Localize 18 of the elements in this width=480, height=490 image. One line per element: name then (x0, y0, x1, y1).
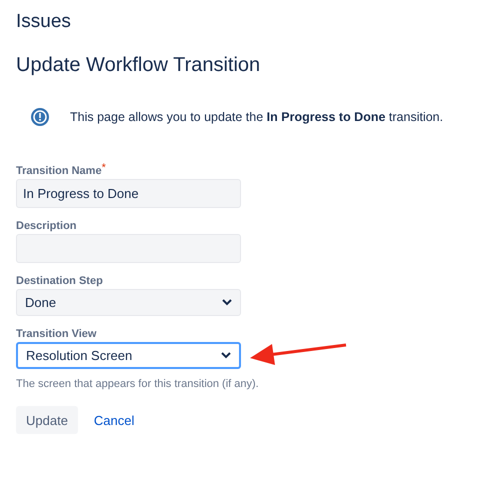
text-field[interactable]: In Progress to Done (16, 178, 241, 208)
help-text: The screen that appears for this transition (if any). (16, 376, 260, 392)
info-icon (31, 108, 49, 126)
chevron-down-icon (222, 298, 232, 306)
cancel-link[interactable]: Cancel (94, 410, 134, 430)
field-label: Description (16, 218, 77, 234)
chevron-down-icon (221, 352, 231, 359)
select-field[interactable]: Resolution Screen (16, 342, 241, 369)
field-label: Destination Step (16, 274, 103, 289)
breadcrumb-heading: Issues (16, 10, 72, 34)
text-field[interactable] (16, 234, 241, 263)
field-label: Transition Name (16, 164, 102, 179)
select-field[interactable]: Done (16, 288, 241, 316)
required-mark: * (102, 162, 106, 174)
update-button[interactable]: Update (16, 406, 78, 434)
field-label: Transition View (16, 326, 96, 342)
info-message: This page allows you to update the In Progress to Done transition. (70, 109, 444, 126)
page-title: Update Workflow Transition (16, 53, 262, 78)
